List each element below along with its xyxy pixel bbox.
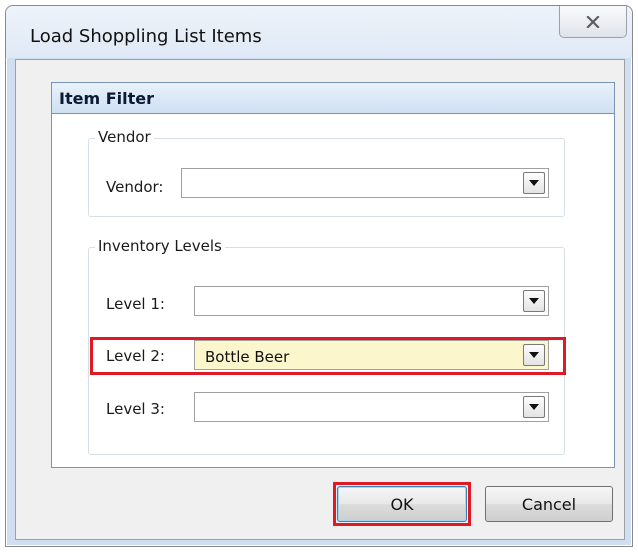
level-2-combobox[interactable]: Bottle Beer	[194, 340, 549, 370]
title-bar[interactable]: Load Shoppling List Items	[6, 6, 632, 58]
level-3-dropdown-button[interactable]	[523, 396, 545, 418]
chevron-down-icon	[529, 298, 539, 304]
close-button[interactable]	[559, 6, 627, 38]
vendor-label: Vendor:	[106, 178, 164, 196]
vendor-group-title: Vendor	[95, 128, 154, 146]
level-3-combobox[interactable]	[194, 392, 549, 422]
level-2-label: Level 2:	[106, 347, 165, 365]
level-1-dropdown-button[interactable]	[523, 290, 545, 312]
chevron-down-icon	[529, 180, 539, 186]
dialog-client-area: Item Filter Vendor Vendor: Inventory Lev…	[15, 59, 625, 540]
vendor-combobox[interactable]	[181, 168, 549, 198]
inventory-levels-title: Inventory Levels	[95, 237, 225, 255]
chevron-down-icon	[529, 352, 539, 358]
ok-button[interactable]: OK	[337, 486, 467, 522]
level-1-label: Level 1:	[106, 295, 165, 313]
item-filter-header: Item Filter	[52, 83, 614, 114]
level-3-label: Level 3:	[106, 400, 165, 418]
dialog-window: Load Shoppling List Items Item Filter Ve…	[5, 5, 633, 547]
vendor-dropdown-button[interactable]	[523, 172, 545, 194]
chevron-down-icon	[529, 404, 539, 410]
close-icon	[586, 15, 600, 28]
level-2-value: Bottle Beer	[205, 348, 290, 366]
level-2-dropdown-button[interactable]	[523, 344, 545, 366]
cancel-button[interactable]: Cancel	[485, 486, 613, 522]
window-title: Load Shoppling List Items	[30, 26, 262, 47]
level-1-combobox[interactable]	[194, 286, 549, 316]
item-filter-panel: Item Filter Vendor Vendor: Inventory Lev…	[51, 82, 615, 468]
